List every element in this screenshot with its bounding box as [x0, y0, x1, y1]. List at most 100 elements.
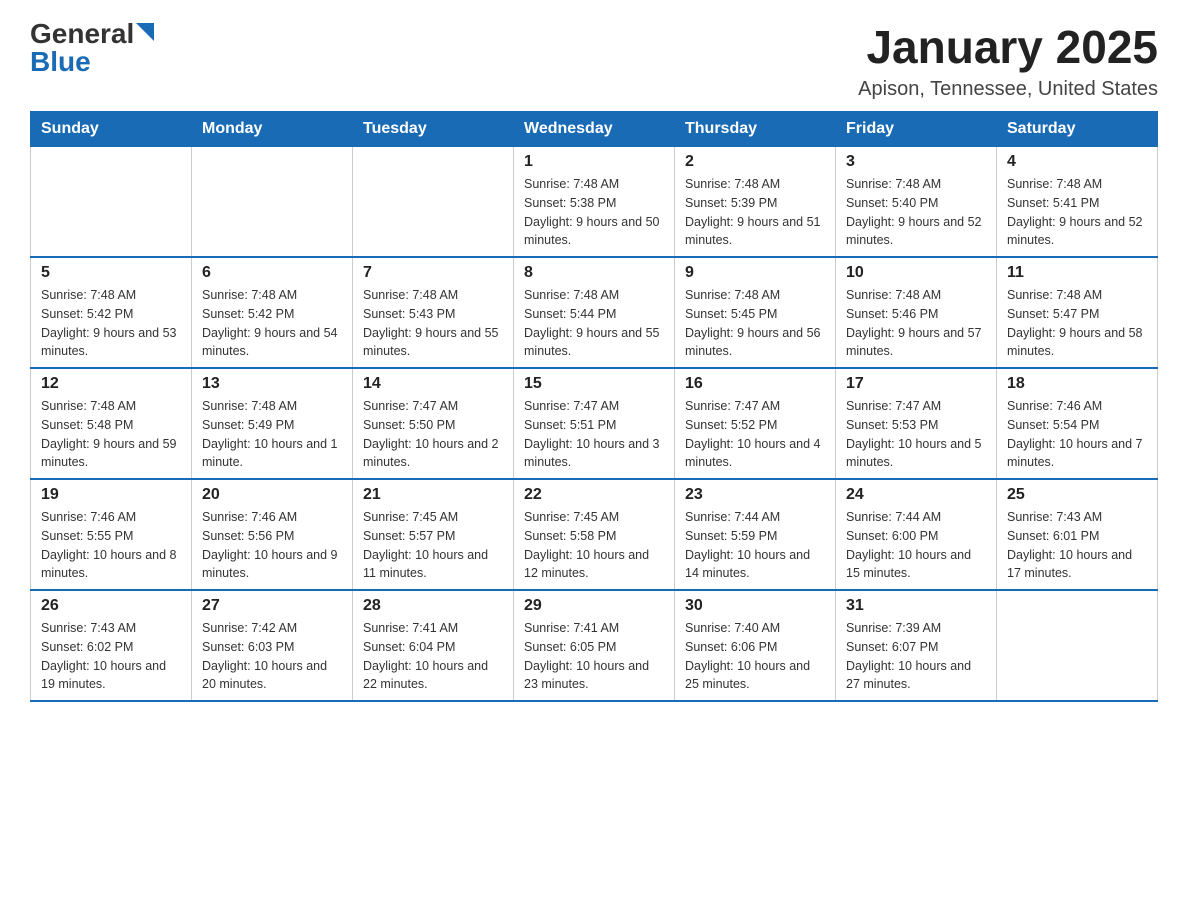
day-info: Sunrise: 7:45 AM Sunset: 5:58 PM Dayligh… — [524, 508, 664, 583]
day-number: 14 — [363, 375, 503, 393]
calendar-week-row: 5 Sunrise: 7:48 AM Sunset: 5:42 PM Daylig… — [31, 257, 1158, 368]
logo-arrow-icon — [136, 23, 154, 41]
calendar-week-row: 1 Sunrise: 7:48 AM Sunset: 5:38 PM Daylig… — [31, 147, 1158, 258]
table-row — [192, 147, 353, 258]
day-number: 18 — [1007, 375, 1147, 393]
calendar-table: Sunday Monday Tuesday Wednesday Thursday… — [30, 111, 1158, 702]
day-number: 16 — [685, 375, 825, 393]
table-row: 30 Sunrise: 7:40 AM Sunset: 6:06 PM Dayli… — [675, 590, 836, 701]
col-saturday: Saturday — [997, 112, 1158, 147]
col-wednesday: Wednesday — [514, 112, 675, 147]
day-info: Sunrise: 7:48 AM Sunset: 5:44 PM Dayligh… — [524, 286, 664, 361]
day-info: Sunrise: 7:48 AM Sunset: 5:48 PM Dayligh… — [41, 397, 181, 472]
day-info: Sunrise: 7:48 AM Sunset: 5:40 PM Dayligh… — [846, 175, 986, 250]
logo: General Blue — [30, 20, 154, 76]
day-info: Sunrise: 7:47 AM Sunset: 5:51 PM Dayligh… — [524, 397, 664, 472]
calendar-title: January 2025 — [858, 20, 1158, 74]
day-info: Sunrise: 7:45 AM Sunset: 5:57 PM Dayligh… — [363, 508, 503, 583]
table-row: 26 Sunrise: 7:43 AM Sunset: 6:02 PM Dayli… — [31, 590, 192, 701]
day-number: 7 — [363, 264, 503, 282]
day-number: 26 — [41, 597, 181, 615]
day-info: Sunrise: 7:41 AM Sunset: 6:05 PM Dayligh… — [524, 619, 664, 694]
day-info: Sunrise: 7:48 AM Sunset: 5:41 PM Dayligh… — [1007, 175, 1147, 250]
day-info: Sunrise: 7:47 AM Sunset: 5:53 PM Dayligh… — [846, 397, 986, 472]
table-row: 17Sunrise: 7:47 AM Sunset: 5:53 PM Dayli… — [836, 368, 997, 479]
day-info: Sunrise: 7:48 AM Sunset: 5:43 PM Dayligh… — [363, 286, 503, 361]
col-thursday: Thursday — [675, 112, 836, 147]
table-row: 15 Sunrise: 7:47 AM Sunset: 5:51 PM Dayli… — [514, 368, 675, 479]
day-number: 28 — [363, 597, 503, 615]
table-row: 18Sunrise: 7:46 AM Sunset: 5:54 PM Dayli… — [997, 368, 1158, 479]
day-info: Sunrise: 7:48 AM Sunset: 5:47 PM Dayligh… — [1007, 286, 1147, 361]
day-info: Sunrise: 7:48 AM Sunset: 5:46 PM Dayligh… — [846, 286, 986, 361]
day-number: 11 — [1007, 264, 1147, 282]
day-number: 15 — [524, 375, 664, 393]
day-number: 25 — [1007, 486, 1147, 504]
day-info: Sunrise: 7:43 AM Sunset: 6:01 PM Dayligh… — [1007, 508, 1147, 583]
table-row: 31 Sunrise: 7:39 AM Sunset: 6:07 PM Dayli… — [836, 590, 997, 701]
table-row: 14 Sunrise: 7:47 AM Sunset: 5:50 PM Dayli… — [353, 368, 514, 479]
day-info: Sunrise: 7:39 AM Sunset: 6:07 PM Dayligh… — [846, 619, 986, 694]
day-number: 29 — [524, 597, 664, 615]
day-info: Sunrise: 7:48 AM Sunset: 5:42 PM Dayligh… — [202, 286, 342, 361]
day-number: 12 — [41, 375, 181, 393]
table-row: 8Sunrise: 7:48 AM Sunset: 5:44 PM Daylig… — [514, 257, 675, 368]
table-row: 11 Sunrise: 7:48 AM Sunset: 5:47 PM Dayli… — [997, 257, 1158, 368]
day-number: 4 — [1007, 153, 1147, 171]
day-info: Sunrise: 7:48 AM Sunset: 5:42 PM Dayligh… — [41, 286, 181, 361]
day-number: 3 — [846, 153, 986, 171]
table-row: 20 Sunrise: 7:46 AM Sunset: 5:56 PM Dayli… — [192, 479, 353, 590]
table-row: 3 Sunrise: 7:48 AM Sunset: 5:40 PM Daylig… — [836, 147, 997, 258]
col-tuesday: Tuesday — [353, 112, 514, 147]
table-row: 13 Sunrise: 7:48 AM Sunset: 5:49 PM Dayli… — [192, 368, 353, 479]
day-number: 30 — [685, 597, 825, 615]
table-row: 7 Sunrise: 7:48 AM Sunset: 5:43 PM Daylig… — [353, 257, 514, 368]
table-row: 12 Sunrise: 7:48 AM Sunset: 5:48 PM Dayli… — [31, 368, 192, 479]
day-info: Sunrise: 7:43 AM Sunset: 6:02 PM Dayligh… — [41, 619, 181, 694]
day-info: Sunrise: 7:48 AM Sunset: 5:49 PM Dayligh… — [202, 397, 342, 472]
table-row: 29 Sunrise: 7:41 AM Sunset: 6:05 PM Dayli… — [514, 590, 675, 701]
day-info: Sunrise: 7:44 AM Sunset: 6:00 PM Dayligh… — [846, 508, 986, 583]
calendar-week-row: 12 Sunrise: 7:48 AM Sunset: 5:48 PM Dayli… — [31, 368, 1158, 479]
day-number: 19 — [41, 486, 181, 504]
table-row — [31, 147, 192, 258]
table-row: 22 Sunrise: 7:45 AM Sunset: 5:58 PM Dayli… — [514, 479, 675, 590]
day-number: 9 — [685, 264, 825, 282]
day-info: Sunrise: 7:47 AM Sunset: 5:52 PM Dayligh… — [685, 397, 825, 472]
calendar-week-row: 26 Sunrise: 7:43 AM Sunset: 6:02 PM Dayli… — [31, 590, 1158, 701]
page-header: General Blue January 2025 Apison, Tennes… — [30, 20, 1158, 101]
day-number: 22 — [524, 486, 664, 504]
day-number: 5 — [41, 264, 181, 282]
logo-general-text: General — [30, 20, 134, 48]
table-row: 25 Sunrise: 7:43 AM Sunset: 6:01 PM Dayli… — [997, 479, 1158, 590]
col-monday: Monday — [192, 112, 353, 147]
table-row: 21Sunrise: 7:45 AM Sunset: 5:57 PM Dayli… — [353, 479, 514, 590]
table-row: 19 Sunrise: 7:46 AM Sunset: 5:55 PM Dayli… — [31, 479, 192, 590]
col-sunday: Sunday — [31, 112, 192, 147]
table-row: 28Sunrise: 7:41 AM Sunset: 6:04 PM Dayli… — [353, 590, 514, 701]
table-row: 10 Sunrise: 7:48 AM Sunset: 5:46 PM Dayli… — [836, 257, 997, 368]
day-info: Sunrise: 7:40 AM Sunset: 6:06 PM Dayligh… — [685, 619, 825, 694]
calendar-week-row: 19 Sunrise: 7:46 AM Sunset: 5:55 PM Dayli… — [31, 479, 1158, 590]
day-number: 31 — [846, 597, 986, 615]
table-row: 6Sunrise: 7:48 AM Sunset: 5:42 PM Daylig… — [192, 257, 353, 368]
col-friday: Friday — [836, 112, 997, 147]
day-info: Sunrise: 7:48 AM Sunset: 5:45 PM Dayligh… — [685, 286, 825, 361]
table-row — [353, 147, 514, 258]
day-number: 13 — [202, 375, 342, 393]
table-row — [997, 590, 1158, 701]
title-section: January 2025 Apison, Tennessee, United S… — [858, 20, 1158, 101]
day-info: Sunrise: 7:46 AM Sunset: 5:55 PM Dayligh… — [41, 508, 181, 583]
day-number: 10 — [846, 264, 986, 282]
day-info: Sunrise: 7:48 AM Sunset: 5:39 PM Dayligh… — [685, 175, 825, 250]
day-number: 2 — [685, 153, 825, 171]
day-info: Sunrise: 7:46 AM Sunset: 5:56 PM Dayligh… — [202, 508, 342, 583]
day-number: 23 — [685, 486, 825, 504]
day-number: 20 — [202, 486, 342, 504]
day-number: 27 — [202, 597, 342, 615]
day-info: Sunrise: 7:48 AM Sunset: 5:38 PM Dayligh… — [524, 175, 664, 250]
table-row: 5 Sunrise: 7:48 AM Sunset: 5:42 PM Daylig… — [31, 257, 192, 368]
day-number: 1 — [524, 153, 664, 171]
day-info: Sunrise: 7:47 AM Sunset: 5:50 PM Dayligh… — [363, 397, 503, 472]
table-row: 1 Sunrise: 7:48 AM Sunset: 5:38 PM Daylig… — [514, 147, 675, 258]
